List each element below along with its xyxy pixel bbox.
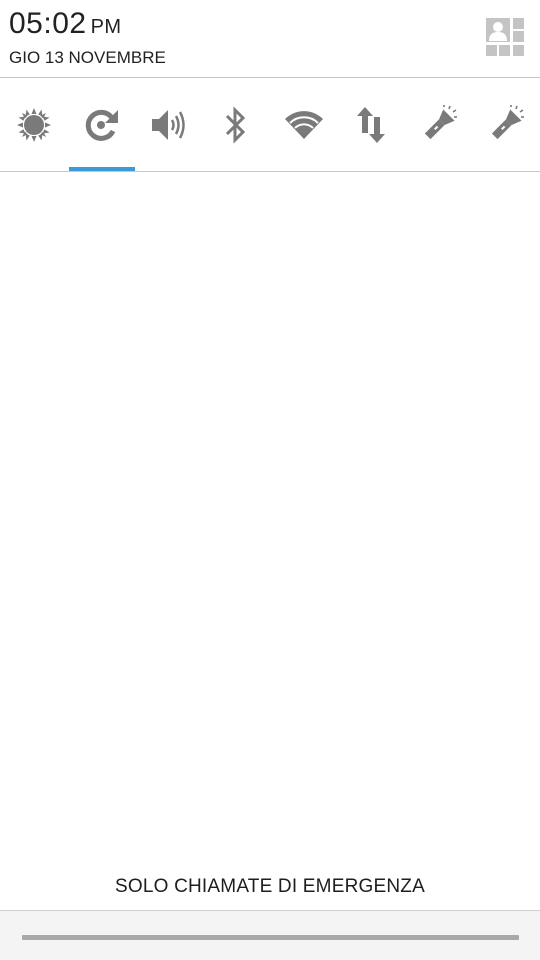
brightness-icon bbox=[15, 106, 53, 144]
emergency-calls-label: SOLO CHIAMATE DI EMERGENZA bbox=[115, 876, 425, 897]
clock-ampm: PM bbox=[90, 16, 122, 38]
auto-rotate-icon bbox=[82, 106, 120, 144]
auto-rotate-toggle[interactable] bbox=[68, 78, 135, 172]
date-label[interactable]: GIO 13 NOVEMBRE bbox=[9, 48, 166, 68]
brightness-toggle[interactable] bbox=[0, 78, 68, 172]
shade-bottom-bar bbox=[0, 910, 540, 960]
quick-settings-user-icon[interactable] bbox=[484, 16, 526, 58]
bluetooth-toggle[interactable] bbox=[203, 78, 271, 172]
notification-shade: 05:02 PM GIO 13 NOVEMBRE SOLO CHIAMATE D… bbox=[0, 0, 540, 960]
mobile-data-icon bbox=[356, 105, 386, 145]
flashlight-toggle[interactable] bbox=[405, 78, 473, 172]
sound-toggle[interactable] bbox=[135, 78, 203, 172]
bluetooth-icon bbox=[221, 105, 251, 145]
clock[interactable]: 05:02 PM bbox=[9, 6, 122, 45]
wifi-toggle[interactable] bbox=[270, 78, 338, 172]
sound-icon bbox=[149, 105, 189, 145]
quick-toggles-row bbox=[0, 78, 540, 172]
wifi-icon bbox=[284, 108, 324, 142]
clock-time: 05:02 bbox=[9, 7, 87, 40]
flashlight-toggle-2[interactable] bbox=[473, 78, 540, 172]
shade-header: 05:02 PM GIO 13 NOVEMBRE bbox=[0, 0, 540, 78]
shade-drag-handle[interactable] bbox=[22, 935, 519, 940]
flashlight-icon bbox=[419, 105, 459, 145]
notification-list bbox=[0, 172, 540, 862]
mobile-data-toggle[interactable] bbox=[338, 78, 406, 172]
flashlight-icon bbox=[486, 105, 526, 145]
